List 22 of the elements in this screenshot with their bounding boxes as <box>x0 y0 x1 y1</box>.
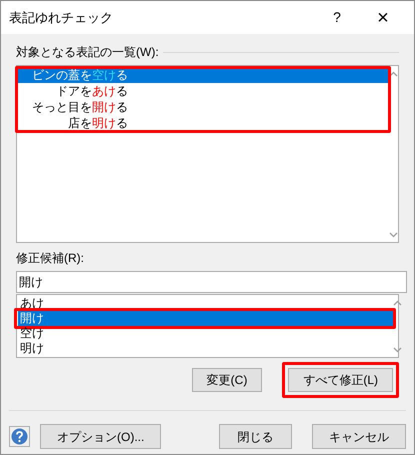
list-label: 対象となる表記の一覧(W): <box>16 44 159 61</box>
scroll-down-icon[interactable] <box>388 232 398 238</box>
target-list[interactable]: ビンの蓋を空け る ドアをあけ る そっと目を開け る 店を明け る <box>16 65 399 243</box>
list-item[interactable]: 店を明け る <box>18 115 388 131</box>
help-icon[interactable] <box>9 426 30 447</box>
footer-button[interactable]: オプション(O)... <box>40 424 162 449</box>
list-item[interactable]: 空け <box>18 326 393 341</box>
scroll-up-icon[interactable] <box>388 71 398 77</box>
action-button[interactable]: 変更(C) <box>192 368 262 392</box>
window-title: 表記ゆれチェック <box>9 8 114 27</box>
list-item[interactable]: そっと目を開け る <box>18 99 388 115</box>
scroll-down-icon[interactable] <box>393 347 402 353</box>
list-item[interactable]: 明け <box>18 341 393 356</box>
close-button[interactable]: × <box>360 1 406 34</box>
footer-button[interactable]: 閉じる <box>219 424 292 449</box>
help-button[interactable]: ? <box>314 1 360 34</box>
candidate-input-field[interactable]: 開け <box>16 271 407 293</box>
candidates-label: 修正候補(R): <box>16 250 85 267</box>
footer-button[interactable]: キャンセル <box>312 424 406 449</box>
action-button[interactable]: すべて修正(L) <box>288 368 393 392</box>
list-item[interactable]: ドアをあけ る <box>18 83 388 99</box>
scroll-up-icon[interactable] <box>393 300 402 306</box>
